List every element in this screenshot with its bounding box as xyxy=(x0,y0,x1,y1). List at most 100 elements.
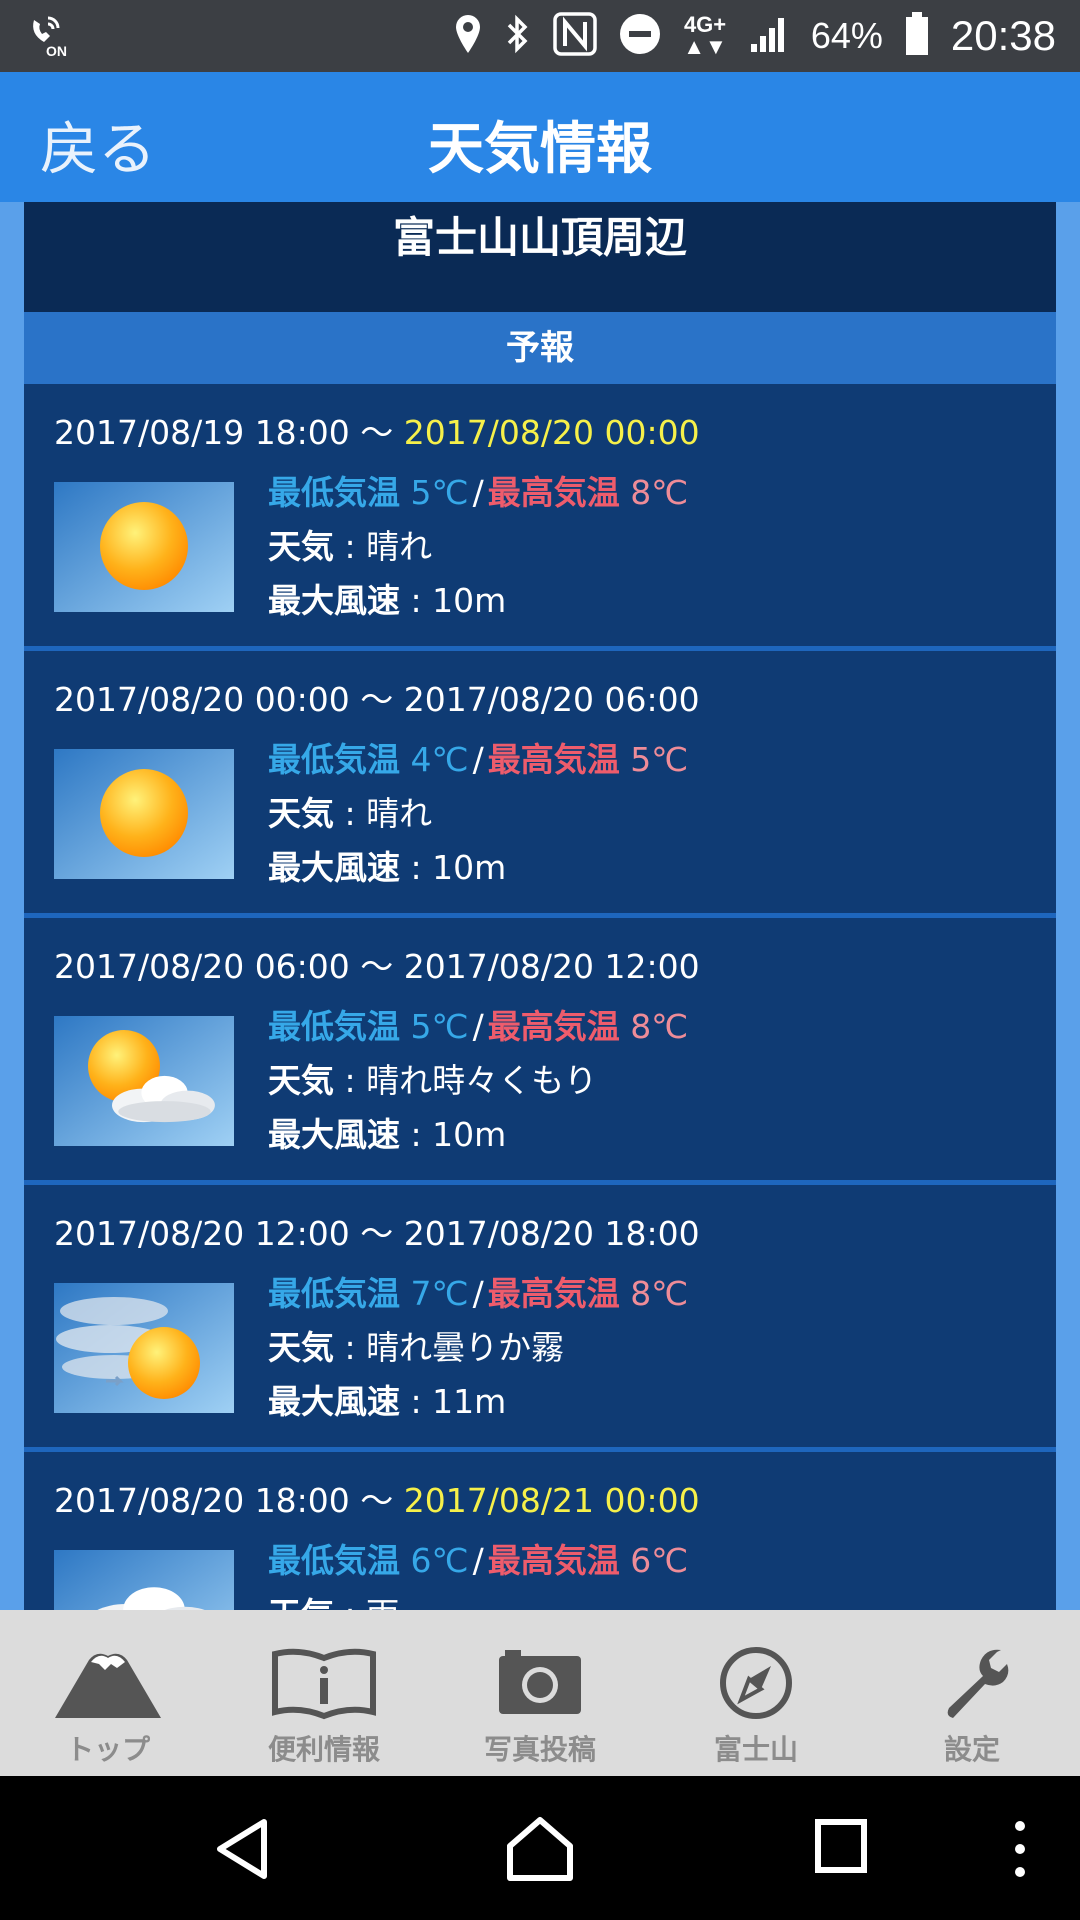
temperature-line: 最低気温 5℃ / 最高気温 8℃ xyxy=(268,466,688,520)
max-temp-value: 5℃ xyxy=(630,740,689,779)
temp-separator: / xyxy=(472,740,484,779)
page-title: 天気情報 xyxy=(428,117,652,182)
tab-info-label: 便利情報 xyxy=(267,1733,380,1766)
colon: : xyxy=(410,581,422,620)
battery-icon xyxy=(905,12,929,60)
period-start: 2017/08/19 18:00 xyxy=(54,413,350,452)
weather-line: 天気 : 雨 xyxy=(268,1588,688,1610)
weather-label: 天気 xyxy=(268,1328,334,1367)
period-end: 2017/08/20 00:00 xyxy=(403,413,700,452)
period-start: 2017/08/20 00:00 xyxy=(54,680,350,719)
home-nav-icon[interactable] xyxy=(506,1816,574,1886)
max-wind-label: 最大風速 xyxy=(268,1115,400,1154)
tab-top-label: トップ xyxy=(65,1733,150,1766)
wifi-calling-on-icon: ON xyxy=(28,14,78,59)
period-separator: 〜 xyxy=(360,947,394,986)
signal-icon xyxy=(749,14,789,58)
clock: 20:38 xyxy=(950,12,1056,59)
tab-photo[interactable]: 写真投稿 xyxy=(432,1610,648,1776)
forecast-list: 2017/08/19 18:00 〜 2017/08/20 00:00 最低気温 … xyxy=(24,384,1056,1610)
more-options-icon[interactable] xyxy=(1008,1816,1032,1886)
period-end: 2017/08/21 00:00 xyxy=(403,1481,700,1520)
svg-text:ON: ON xyxy=(46,43,67,58)
min-temp-value: 7℃ xyxy=(410,1274,469,1313)
forecast-entry: 2017/08/19 18:00 〜 2017/08/20 00:00 最低気温 … xyxy=(24,384,1056,651)
forecast-details: 最低気温 6℃/最高気温 6℃天気 : 雨 xyxy=(268,1534,688,1610)
period-end: 2017/08/20 18:00 xyxy=(403,1214,700,1253)
tab-settings[interactable]: 設定 xyxy=(864,1610,1080,1776)
period-separator: 〜 xyxy=(360,1481,394,1520)
max-temp-label: 最高気温 xyxy=(487,740,620,779)
compass-icon xyxy=(720,1647,792,1719)
temperature-line: 最低気温 7℃ / 最高気温 8℃ xyxy=(268,1267,688,1321)
min-temp-value: 6℃ xyxy=(410,1541,469,1580)
forecast-period: 2017/08/20 12:00 〜 2017/08/20 18:00 xyxy=(54,1207,700,1255)
forecast-entry: 2017/08/20 12:00 〜 2017/08/20 18:00 最低気温 … xyxy=(24,1185,1056,1452)
sun-cloud-icon xyxy=(54,1016,234,1146)
wind-line: 最大風速 : 10m xyxy=(268,574,688,628)
temp-separator: / xyxy=(472,1007,484,1046)
max-temp-value: 8℃ xyxy=(630,1274,689,1313)
wrench-icon xyxy=(947,1649,1009,1718)
forecast-heading: 予報 xyxy=(24,312,1056,384)
min-temp-value: 5℃ xyxy=(410,473,469,512)
forecast-details: 最低気温 4℃ / 最高気温 5℃ 天気 : 晴れ 最大風速 : 10m xyxy=(268,733,688,895)
sunny-icon xyxy=(54,749,234,879)
max-temp-value: 6℃ xyxy=(630,1541,689,1580)
max-wind-value: 10m xyxy=(432,1115,507,1154)
back-nav-icon[interactable] xyxy=(212,1816,272,1886)
temp-separator: / xyxy=(472,473,484,512)
weather-line: 天気 : 晴れ xyxy=(268,787,688,841)
colon: : xyxy=(344,527,356,566)
weather-line: 天気 : 晴れ曇りか霧 xyxy=(268,1321,688,1375)
weather-panel[interactable]: 富士山山頂周辺 予報 2017/08/19 18:00 〜 2017/08/20… xyxy=(24,202,1056,1610)
min-temp-value: 5℃ xyxy=(410,1007,469,1046)
weather-value: 晴れ曇りか霧 xyxy=(366,1328,565,1367)
network-type: 4G+ ▲▼ xyxy=(683,12,727,59)
min-temp-label: 最低気温 xyxy=(268,1541,400,1580)
max-temp-value: 8℃ xyxy=(630,473,689,512)
period-start: 2017/08/20 06:00 xyxy=(54,947,350,986)
max-wind-label: 最大風速 xyxy=(268,1382,400,1421)
tab-top[interactable]: トップ xyxy=(0,1610,216,1776)
max-temp-label: 最高気温 xyxy=(487,1007,620,1046)
period-end: 2017/08/20 12:00 xyxy=(403,947,700,986)
forecast-entry: 2017/08/20 06:00 〜 2017/08/20 12:00 最低気温 … xyxy=(24,918,1056,1185)
tab-fuji[interactable]: 富士山 xyxy=(648,1610,864,1776)
max-wind-value: 10m xyxy=(432,581,507,620)
forecast-details: 最低気温 5℃ / 最高気温 8℃ 天気 : 晴れ時々くもり 最大風速 : 10m xyxy=(268,1000,688,1162)
system-navigation-bar xyxy=(0,1776,1080,1920)
weather-label: 天気 xyxy=(268,1595,334,1610)
tab-photo-label: 写真投稿 xyxy=(483,1733,596,1766)
recents-nav-icon[interactable] xyxy=(814,1816,868,1880)
colon: : xyxy=(344,1328,356,1367)
colon: : xyxy=(410,848,422,887)
colon: : xyxy=(345,1595,356,1610)
battery-percent: 64% xyxy=(810,15,883,56)
forecast-period: 2017/08/20 06:00 〜 2017/08/20 12:00 xyxy=(54,940,700,988)
weather-label: 天気 xyxy=(268,794,334,833)
max-temp-label: 最高気温 xyxy=(487,1541,620,1580)
weather-value: 晴れ xyxy=(366,527,433,566)
tab-fuji-label: 富士山 xyxy=(713,1733,798,1766)
min-temp-label: 最低気温 xyxy=(268,740,400,779)
weather-label: 天気 xyxy=(268,527,334,566)
wind-line: 最大風速 : 11m xyxy=(268,1375,688,1429)
temperature-line: 最低気温 4℃ / 最高気温 5℃ xyxy=(268,733,688,787)
tab-settings-label: 設定 xyxy=(943,1733,1000,1766)
camera-icon xyxy=(499,1650,581,1714)
wind-line: 最大風速 : 10m xyxy=(268,841,688,895)
weather-value: 晴れ時々くもり xyxy=(366,1061,598,1100)
period-separator: 〜 xyxy=(360,1214,394,1253)
status-bar: ON 4G+ ▲▼ 64% 20:38 xyxy=(0,0,1080,72)
max-wind-label: 最大風速 xyxy=(268,581,400,620)
temperature-line: 最低気温 5℃ / 最高気温 8℃ xyxy=(268,1000,688,1054)
forecast-details: 最低気温 7℃ / 最高気温 8℃ 天気 : 晴れ曇りか霧 最大風速 : 11m xyxy=(268,1267,688,1429)
sun-fog-icon xyxy=(54,1283,234,1413)
forecast-period: 2017/08/19 18:00 〜 2017/08/20 00:00 xyxy=(54,406,700,454)
min-temp-label: 最低気温 xyxy=(268,1007,400,1046)
mountain-icon xyxy=(55,1653,161,1718)
period-end: 2017/08/20 06:00 xyxy=(403,680,700,719)
do-not-disturb-icon xyxy=(619,13,661,59)
tab-info[interactable]: 便利情報 xyxy=(216,1610,432,1776)
